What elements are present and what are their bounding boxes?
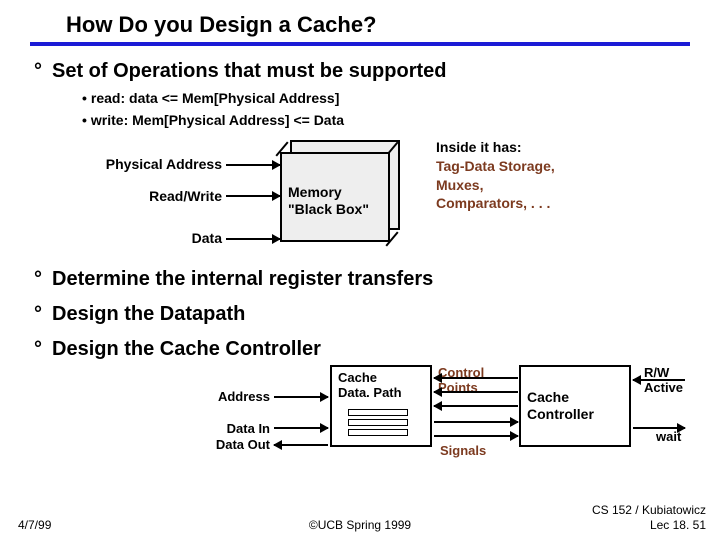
bullet-4: °Design the Cache Controller (34, 338, 690, 361)
bullet-2: °Determine the internal register transfe… (34, 268, 690, 291)
footer-right: CS 152 / KubiatowiczLec 18. 51 (592, 503, 706, 532)
sub-bullet-2: •write: Mem[Physical Address] <= Data (82, 109, 690, 131)
lbl-signals: Signals (440, 443, 498, 458)
memory-box-l2: "Black Box" (288, 201, 369, 217)
arrow-sig1 (434, 421, 518, 423)
footer: 4/7/99 ©UCB Spring 1999 CS 152 / Kubiato… (0, 518, 720, 532)
arrow-data (226, 238, 280, 240)
cache-controller-box: CacheController (519, 365, 631, 447)
lbl-data: Data (82, 230, 222, 246)
memory-box-l1: Memory (288, 184, 342, 200)
bullet-1-text: Set of Operations that must be supported (52, 60, 446, 82)
lbl-data-in: Data In (190, 421, 270, 436)
sub-bullet-1: •read: data <= Mem[Physical Address] (82, 87, 690, 109)
slide-title: How Do you Design a Cache? (30, 12, 690, 40)
lbl-address: Address (190, 389, 270, 404)
diagram-controller: Address Data In Data Out CacheData. Path… (30, 365, 690, 495)
lbl-data-out: Data Out (190, 437, 270, 452)
bullet-1: °Set of Operations that must be supporte… (34, 60, 690, 83)
title-rule (30, 42, 690, 46)
arrow-cp1 (434, 377, 518, 379)
lbl-rw-active: R/WActive (644, 365, 714, 395)
lbl-read-write: Read/Write (82, 188, 222, 204)
diagram-memory: Physical Address Read/Write Data Memory … (30, 138, 690, 268)
arrow-addr (274, 396, 328, 398)
lbl-physical-address: Physical Address (82, 156, 222, 172)
arrow-cp2 (434, 391, 518, 393)
cache-datapath-box: CacheData. Path (330, 365, 432, 447)
arrow-rw (226, 195, 280, 197)
arrow-sig2 (434, 435, 518, 437)
arrow-dout (274, 444, 328, 446)
memory-box: Memory "Black Box" (280, 140, 410, 244)
lbl-wait: wait (656, 429, 706, 444)
inside-text: Inside it has: Tag-Data Storage, Muxes, … (436, 138, 555, 214)
arrow-pa (226, 164, 280, 166)
arrow-din (274, 427, 328, 429)
footer-date: 4/7/99 (18, 518, 51, 532)
arrow-cp3 (434, 405, 518, 407)
bullet-3: °Design the Datapath (34, 303, 690, 326)
